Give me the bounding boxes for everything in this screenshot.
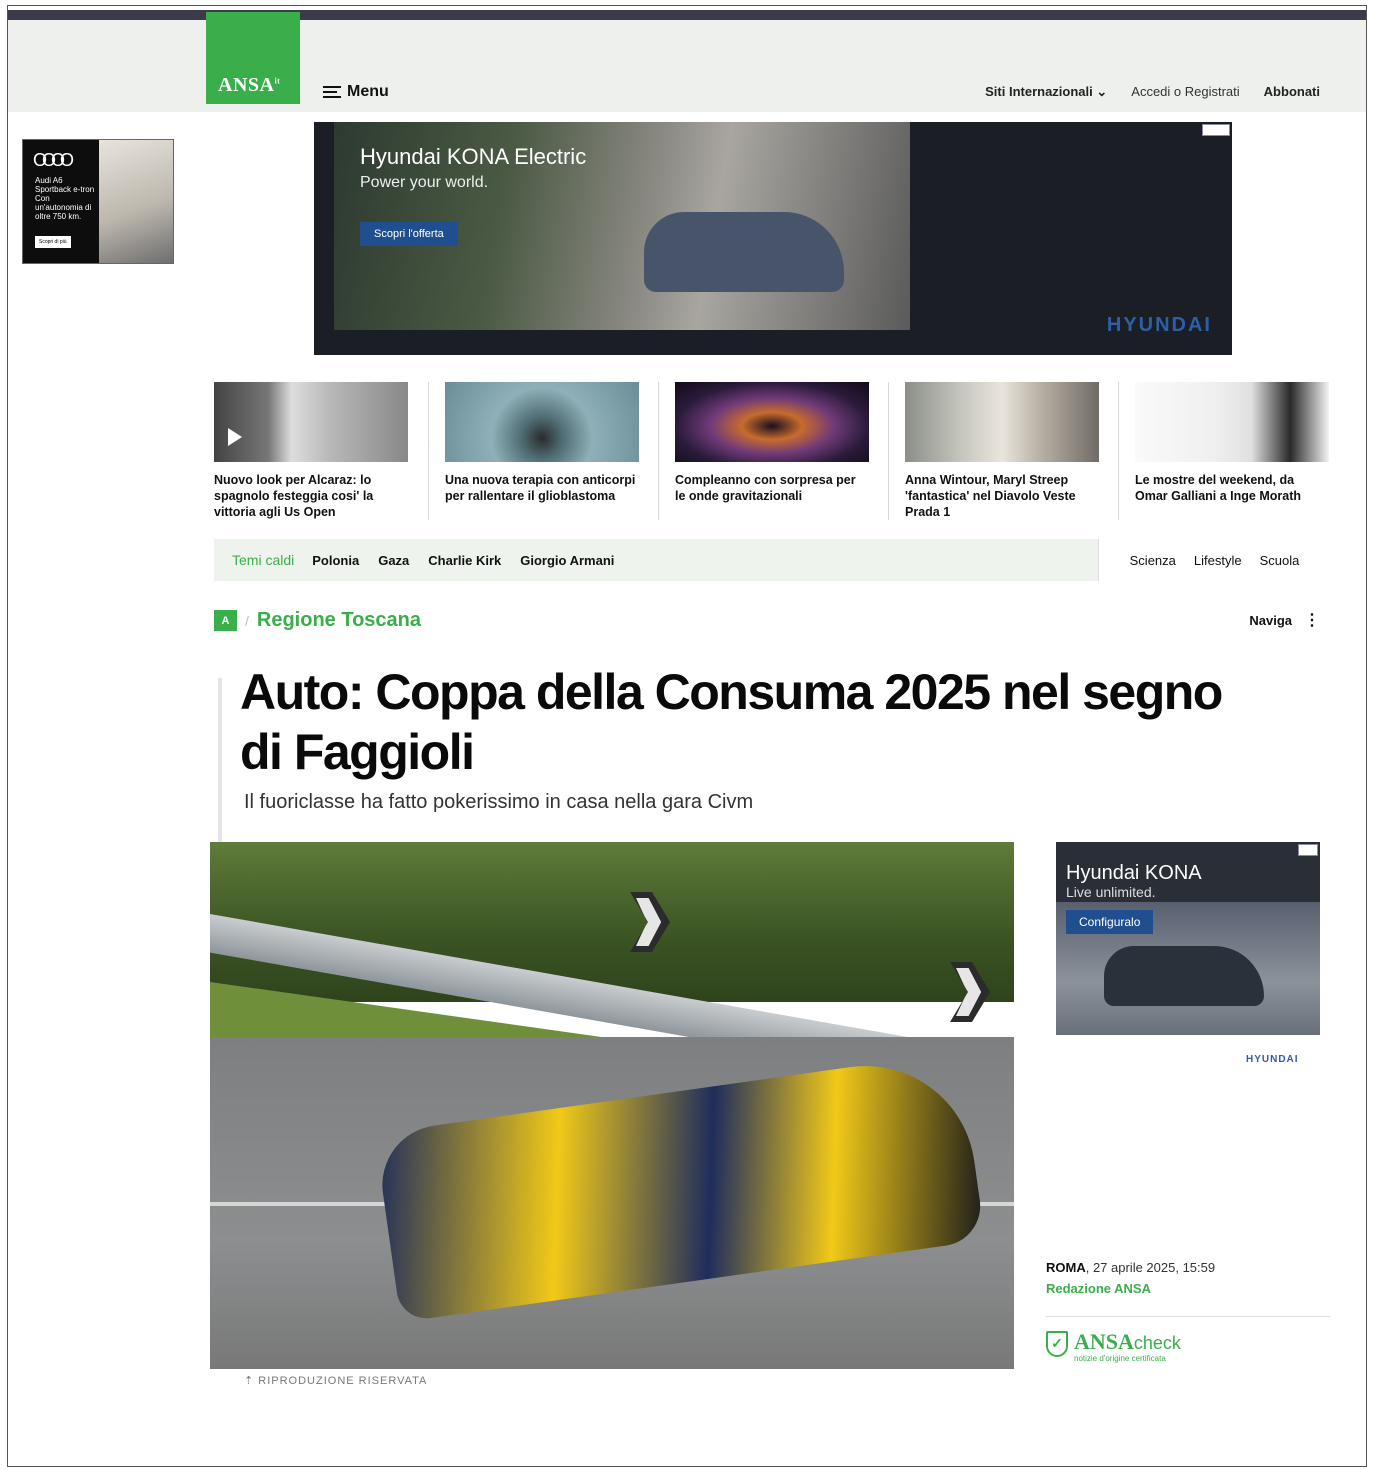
banner-car-image — [644, 212, 844, 292]
topic-link[interactable]: Polonia — [312, 553, 359, 568]
audi-ad-text: Audi A6 Sportback e-tron Con un'autonomi… — [35, 176, 95, 221]
hot-topics-label: Temi caldi — [232, 552, 295, 568]
copyright-text: RIPRODUZIONE RISERVATA — [258, 1375, 428, 1386]
story-title: Una nuova terapia con anticorpi per rall… — [445, 473, 636, 503]
topic-link[interactable]: Gaza — [378, 553, 409, 568]
copyright-icon: ⇡ — [244, 1375, 259, 1386]
adchoices-icon[interactable] — [1298, 844, 1318, 856]
subscribe-link[interactable]: Abbonati — [1264, 84, 1320, 100]
story-thumbnail — [1135, 382, 1329, 462]
story-thumbnail — [905, 382, 1099, 462]
kebab-menu-icon: ⋮ — [1304, 611, 1320, 629]
breadcrumb-separator: / — [245, 612, 249, 629]
audi-rings-logo: OOOO — [33, 150, 74, 170]
check-brand: ANSA — [1074, 1329, 1134, 1354]
check-tagline: notizie d'origine certificata — [1074, 1354, 1166, 1363]
menu-button[interactable]: Menu — [323, 83, 389, 101]
story-thumbnail — [675, 382, 869, 462]
menu-label: Menu — [347, 83, 389, 100]
audi-car-image — [99, 140, 173, 263]
ansa-check-badge[interactable]: ✓ ANSAcheck notizie d'origine certificat… — [1046, 1331, 1181, 1363]
check-word: check — [1133, 1333, 1181, 1353]
story-title: Compleanno con sorpresa per le onde grav… — [675, 473, 856, 503]
section-link[interactable]: Lifestyle — [1194, 553, 1242, 568]
banner-ad-subtitle: Power your world. — [360, 174, 489, 191]
article-subheadline: Il fuoriclasse ha fatto pokerissimo in c… — [244, 791, 754, 813]
story-strip: Nuovo look per Alcaraz: lo spagnolo fest… — [214, 382, 1338, 520]
international-sites-label: Siti Internazionali — [985, 84, 1093, 99]
story-thumbnail — [445, 382, 639, 462]
side-ad-car-image — [1104, 946, 1264, 1006]
side-ad-cta[interactable]: Configuralo — [1066, 910, 1154, 934]
hero-hedge — [210, 842, 1014, 1002]
divider — [1046, 1316, 1330, 1317]
story-card[interactable]: Nuovo look per Alcaraz: lo spagnolo fest… — [214, 382, 428, 520]
side-ad-subtitle: Live unlimited. — [1066, 884, 1156, 900]
article-author[interactable]: Redazione ANSA — [1046, 1281, 1151, 1296]
hyundai-logo: HYUNDAI — [1106, 314, 1212, 336]
chevron-down-icon: ⌄ — [1096, 84, 1108, 99]
naviga-label: Naviga — [1249, 613, 1292, 628]
banner-ad-title: Hyundai KONA Electric — [360, 144, 587, 169]
article-dateline: ROMA, 27 aprile 2025, 15:59 — [1046, 1260, 1215, 1275]
ansa-home-icon[interactable]: A — [214, 610, 237, 631]
naviga-button[interactable]: Naviga ⋮ — [1249, 611, 1320, 629]
section-link[interactable]: Scuola — [1260, 553, 1300, 568]
adchoices-icon[interactable] — [1202, 124, 1230, 136]
banner-ad-cta[interactable]: Scopri l'offerta — [360, 222, 458, 246]
story-card[interactable]: Compleanno con sorpresa per le onde grav… — [658, 382, 888, 520]
login-link[interactable]: Accedi o Registrati — [1131, 84, 1239, 100]
story-card[interactable]: Anna Wintour, Maryl Streep 'fantastica' … — [888, 382, 1118, 520]
breadcrumb-region[interactable]: Regione Toscana — [257, 609, 421, 632]
story-card[interactable]: Una nuova terapia con anticorpi per rall… — [428, 382, 658, 520]
section-links: Scienza Lifestyle Scuola — [1098, 539, 1330, 581]
shield-check-icon: ✓ — [1046, 1331, 1068, 1357]
article-headline: Auto: Coppa della Consuma 2025 nel segno… — [240, 664, 1223, 780]
hamburger-icon — [323, 86, 341, 98]
story-card[interactable]: Le mostre del weekend, da Omar Galliani … — [1118, 382, 1348, 520]
page-frame: Menu Siti Internazionali ⌄ Accedi o Regi… — [7, 5, 1367, 1467]
audi-ad-cta[interactable]: Scopri di più — [35, 236, 71, 248]
international-sites-dropdown[interactable]: Siti Internazionali ⌄ — [985, 84, 1107, 100]
play-icon — [228, 428, 242, 446]
section-link[interactable]: Scienza — [1130, 553, 1176, 568]
audi-ad[interactable]: OOOO Audi A6 Sportback e-tron Con un'aut… — [22, 139, 174, 264]
story-thumbnail — [214, 382, 408, 462]
hot-topics-bar: Temi caldi Polonia Gaza Charlie Kirk Gio… — [214, 539, 1330, 581]
hyundai-banner-ad[interactable]: Hyundai KONA Electric Power your world. … — [314, 122, 1232, 355]
story-title: Nuovo look per Alcaraz: lo spagnolo fest… — [214, 473, 374, 519]
header-links: Siti Internazionali ⌄ Accedi o Registrat… — [985, 84, 1320, 100]
breadcrumb: A / Regione Toscana — [214, 609, 421, 632]
logo-suffix: it — [274, 76, 281, 86]
story-title: Le mostre del weekend, da Omar Galliani … — [1135, 473, 1302, 503]
dateline-date: , 27 aprile 2025, 15:59 — [1085, 1260, 1216, 1275]
copyright-caption: ⇡ RIPRODUZIONE RISERVATA — [244, 1374, 427, 1386]
headline-accent-bar — [218, 678, 222, 848]
topic-link[interactable]: Giorgio Armani — [520, 553, 614, 568]
logo-text: ANSA — [218, 74, 275, 96]
hyundai-side-ad[interactable]: Hyundai KONA Live unlimited. Configuralo — [1056, 842, 1320, 1035]
dateline-city: ROMA — [1046, 1260, 1086, 1275]
side-ad-title: Hyundai KONA — [1066, 862, 1202, 884]
hyundai-small-logo: HYUNDAI — [1246, 1054, 1299, 1065]
article-hero-image[interactable] — [210, 842, 1014, 1369]
story-title: Anna Wintour, Maryl Streep 'fantastica' … — [905, 473, 1076, 519]
topic-link[interactable]: Charlie Kirk — [428, 553, 501, 568]
ansa-logo[interactable]: ANSAit — [206, 12, 300, 104]
